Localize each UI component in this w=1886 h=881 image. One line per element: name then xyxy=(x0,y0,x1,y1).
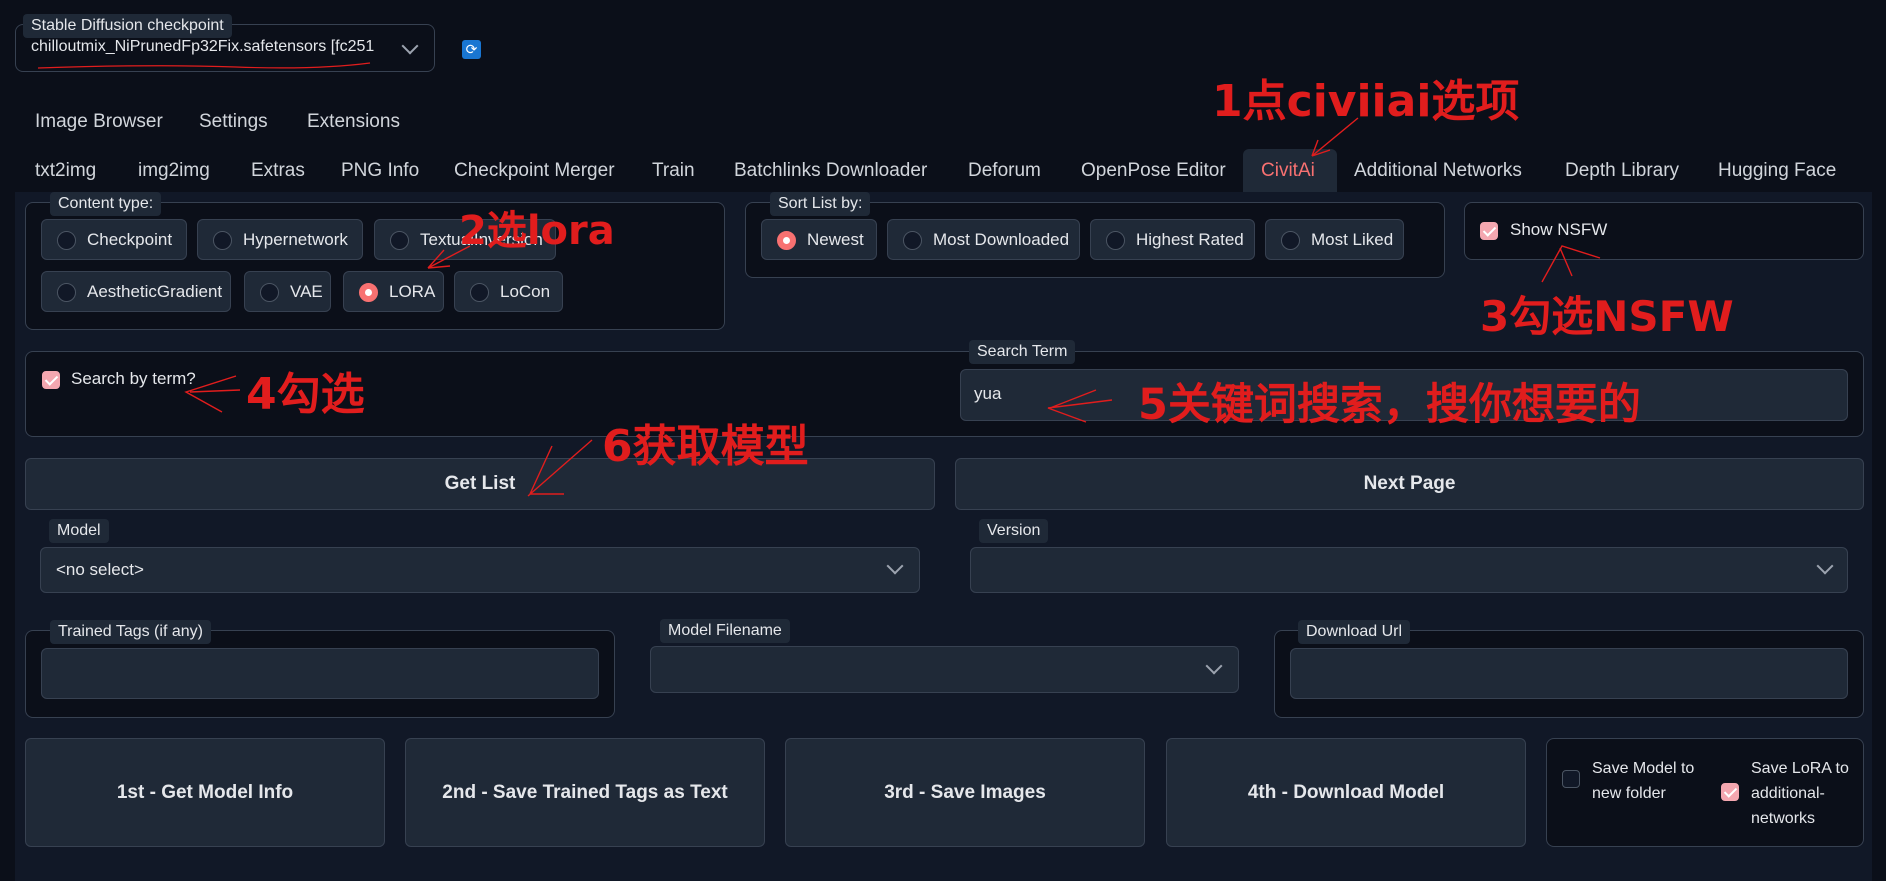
annotation-arrows xyxy=(184,117,1601,497)
